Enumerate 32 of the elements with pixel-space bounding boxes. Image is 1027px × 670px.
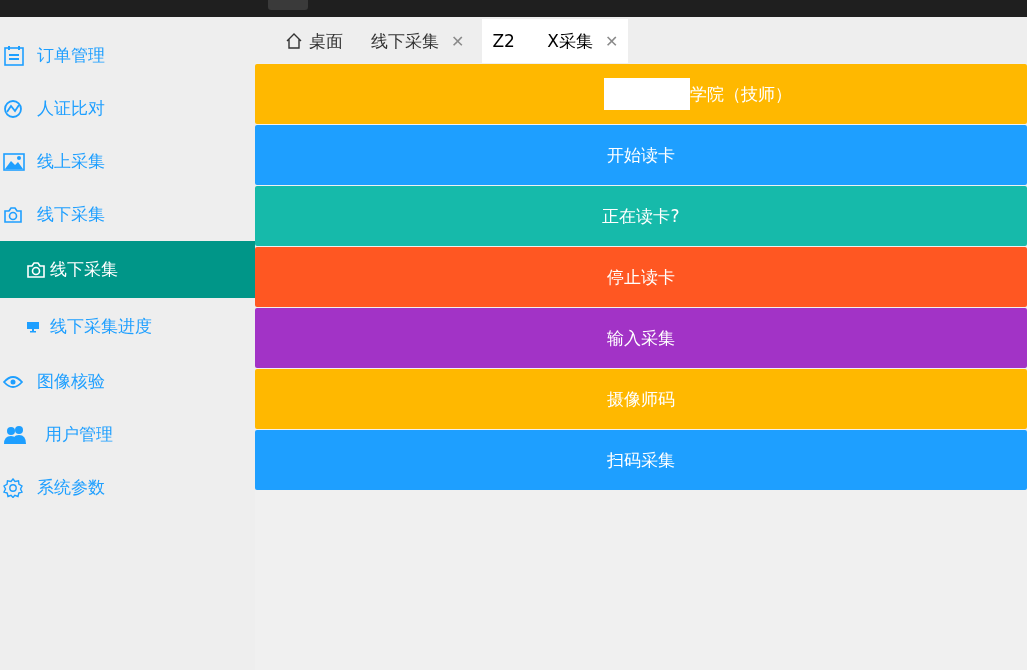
action-button[interactable]: 开始读卡 [255,125,1027,185]
close-icon[interactable]: ✕ [604,31,619,51]
monitor-icon [26,320,40,333]
window-tab[interactable] [268,0,308,10]
close-icon[interactable]: ✕ [451,31,465,51]
menu-item[interactable]: 用户管理 [0,408,255,461]
users-icon [3,424,29,445]
action-button[interactable]: 摄像师码 [255,369,1027,429]
camera-icon [26,260,46,279]
tab[interactable]: 桌面 [275,19,353,63]
action-button[interactable]: 扫码采集 [255,430,1027,490]
gear-icon [3,477,23,498]
menu-item[interactable]: 图像核验 [0,355,255,408]
submenu-item[interactable]: 线下采集进度 [0,298,255,355]
home-icon [285,32,303,50]
tab[interactable]: 线下采集 ✕ [361,19,475,63]
menu-item[interactable]: 线下采集 [0,188,255,241]
chart-icon [3,98,23,119]
submenu-item[interactable]: 线下采集 [0,241,255,298]
action-button[interactable]: 正在读卡? [255,186,1027,246]
action-button[interactable]: 输入采集 [255,308,1027,368]
image-icon [3,152,25,171]
menu-item[interactable]: 订单管理 [0,29,255,82]
camera-icon [3,205,23,224]
eye-icon [3,374,23,389]
calendar-icon [3,44,25,67]
action-button[interactable]: 停止读卡 [255,247,1027,307]
menu-item[interactable]: 线上采集 [0,135,255,188]
menu-item[interactable]: 系统参数 [0,461,255,514]
action-button[interactable]: 学院（技师） [255,64,1027,124]
menu-item[interactable]: 人证比对 [0,82,255,135]
tab[interactable]: Z2 X采集 ✕ [482,19,629,63]
